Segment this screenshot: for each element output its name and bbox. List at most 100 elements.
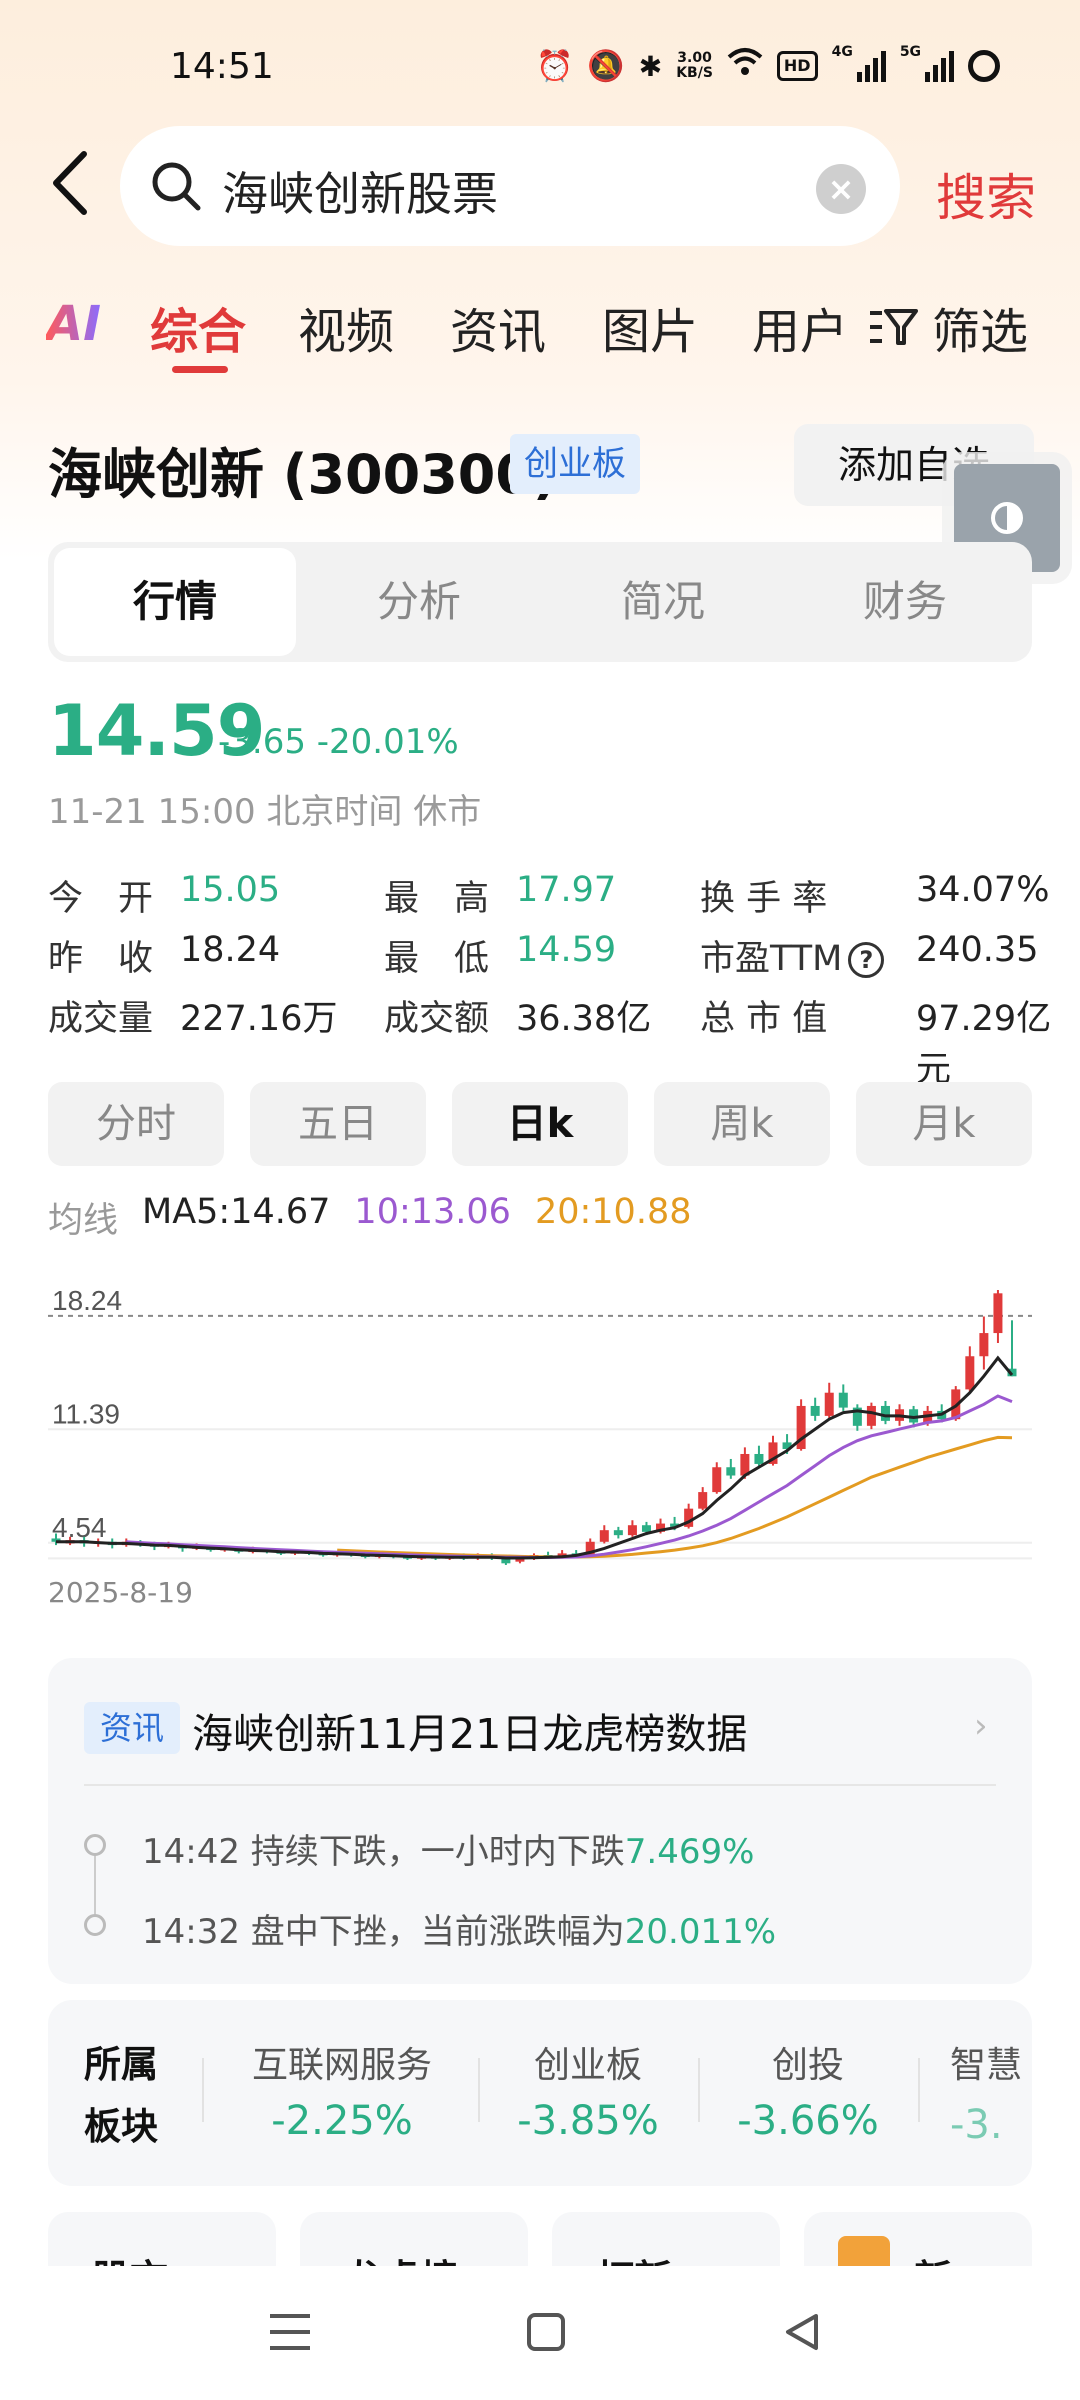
open-label: 今 开 [48, 879, 154, 919]
period-tab-weekly[interactable]: 周k [654, 1082, 830, 1166]
bluetooth-icon: ✱ [638, 49, 663, 83]
volume-value: 227.16万 [180, 999, 338, 1039]
candle-body [641, 1525, 651, 1532]
search-input[interactable]: 海峡创新股票 [222, 158, 498, 224]
divider [202, 2058, 204, 2122]
news-item[interactable]: 14:32 盘中下挫，当前涨跌幅为20.011% [142, 1904, 776, 1953]
news-item-time: 14:42 [142, 1832, 240, 1872]
back-arrow-icon [53, 151, 87, 215]
filter-button[interactable]: 筛选 [868, 292, 1028, 362]
candle-body [866, 1405, 876, 1426]
period-tab-daily[interactable]: 日k [452, 1082, 628, 1166]
ma20-value: 20:10.88 [534, 1192, 692, 1232]
hd-voice-icon: HD [776, 51, 818, 81]
sector-change[interactable]: -2.25% [242, 2098, 442, 2144]
sector-card [48, 2000, 1032, 2186]
tab-finance[interactable]: 财务 [784, 548, 1026, 656]
pe-ttm-label-text: 市盈TTM [700, 939, 843, 979]
chart-start-date: 2025-8-19 [48, 1576, 193, 1609]
status-icons: ⏰ 🔕 ✱ 3.00 KB/S HD 4G 5G [536, 44, 1001, 88]
low-value: 14.59 [516, 930, 617, 970]
signal-icon-2 [925, 50, 955, 82]
tab-news[interactable]: 资讯 [450, 292, 546, 362]
news-item-text: 盘中下挫，当前涨跌幅为 [250, 1912, 625, 1952]
news-item-text: 持续下跌，一小时内下跌 [250, 1832, 625, 1872]
sector-item-partial[interactable]: 智慧 -3. [950, 2036, 1032, 2148]
sim2-label: 5G [899, 44, 922, 60]
timeline-dot [84, 1914, 106, 1936]
active-tab-indicator [172, 366, 228, 373]
info-icon[interactable]: ? [848, 942, 885, 978]
candle-body [613, 1530, 623, 1536]
news-tag: 资讯 [84, 1702, 180, 1754]
low-label: 最 低 [384, 939, 490, 979]
back-triangle-icon[interactable] [782, 2312, 822, 2356]
candle-body [993, 1293, 1003, 1334]
candle-body [726, 1467, 736, 1476]
ma10-value: 10:13.06 [354, 1192, 511, 1232]
y-tick-label: 18.24 [52, 1290, 122, 1316]
ma5-value: MA5:14.67 [142, 1192, 331, 1232]
candle-body [599, 1530, 609, 1542]
search-icon [150, 160, 202, 216]
ma5-line [56, 1355, 1014, 1560]
tab-video[interactable]: 视频 [298, 292, 394, 362]
pe-ttm-value: 240.35 [916, 930, 1039, 970]
search-button[interactable]: 搜索 [936, 158, 1036, 230]
clear-icon[interactable]: × [816, 164, 866, 214]
trade-time: 11-21 15:00 北京时间 休市 [48, 792, 482, 832]
prev-close-value: 18.24 [180, 930, 281, 970]
sector-name[interactable]: 创业板 [488, 2036, 688, 2088]
news-item-time: 14:32 [142, 1912, 240, 1952]
candle-body [965, 1356, 975, 1390]
candle-body [838, 1392, 848, 1408]
wifi-icon [727, 47, 763, 85]
candle-body [712, 1467, 722, 1493]
tab-quote[interactable]: 行情 [54, 548, 296, 656]
news-title[interactable]: 海峡创新11月21日龙虎榜数据 [192, 1700, 747, 1760]
ai-icon[interactable]: AI [46, 296, 101, 352]
high-value: 17.97 [516, 870, 617, 910]
divider [698, 2058, 700, 2122]
sector-name: 智慧 [950, 2045, 1023, 2086]
back-button[interactable] [46, 148, 98, 228]
home-icon[interactable] [526, 2312, 566, 2356]
news-item[interactable]: 14:42 持续下跌，一小时内下跌7.469% [142, 1824, 754, 1873]
sector-name[interactable]: 互联网服务 [242, 2036, 442, 2088]
status-time: 14:51 [170, 46, 274, 87]
candle-body [810, 1405, 820, 1416]
filter-label: 筛选 [932, 304, 1029, 360]
sector-change[interactable]: -3.66% [708, 2098, 908, 2144]
tab-comprehensive[interactable]: 综合 [150, 292, 246, 362]
sector-change[interactable]: -3.85% [488, 2098, 688, 2144]
period-tab-monthly[interactable]: 月k [856, 1082, 1032, 1166]
battery-icon [968, 50, 1001, 82]
menu-icon[interactable] [268, 2312, 312, 2356]
tab-analysis[interactable]: 分析 [298, 548, 540, 656]
sim1-label: 4G [831, 44, 853, 60]
sector-name[interactable]: 创投 [708, 2036, 908, 2088]
news-item-pct: 20.011% [624, 1912, 777, 1952]
candle-body [824, 1392, 834, 1416]
y-tick-label: 4.54 [52, 1512, 107, 1543]
chevron-right-icon[interactable]: › [974, 1706, 988, 1746]
candlestick-chart[interactable]: 18.24 11.39 4.54 [48, 1290, 1032, 1570]
sector-change: -3. [950, 2102, 1003, 2148]
filter-icon [870, 309, 918, 345]
tab-users[interactable]: 用户 [752, 292, 848, 362]
sector-title: 所属板块 [84, 2043, 158, 2148]
period-tab-5day[interactable]: 五日 [250, 1082, 426, 1166]
board-tag[interactable]: 创业板 [510, 434, 640, 494]
candle-body [754, 1453, 764, 1464]
tab-profile[interactable]: 简况 [542, 548, 784, 656]
turnover-label: 换 手 率 [700, 879, 828, 919]
stock-name: 海峡创新 (300300) [48, 443, 558, 506]
divider [84, 1784, 996, 1786]
divider [918, 2058, 920, 2122]
ma-label: 均线 [48, 1201, 119, 1241]
turnover-value: 34.07% [916, 870, 1050, 910]
signal-icon [856, 50, 886, 82]
tab-images[interactable]: 图片 [602, 292, 698, 362]
period-tab-intraday[interactable]: 分时 [48, 1082, 224, 1166]
timeline-dot [84, 1834, 106, 1856]
